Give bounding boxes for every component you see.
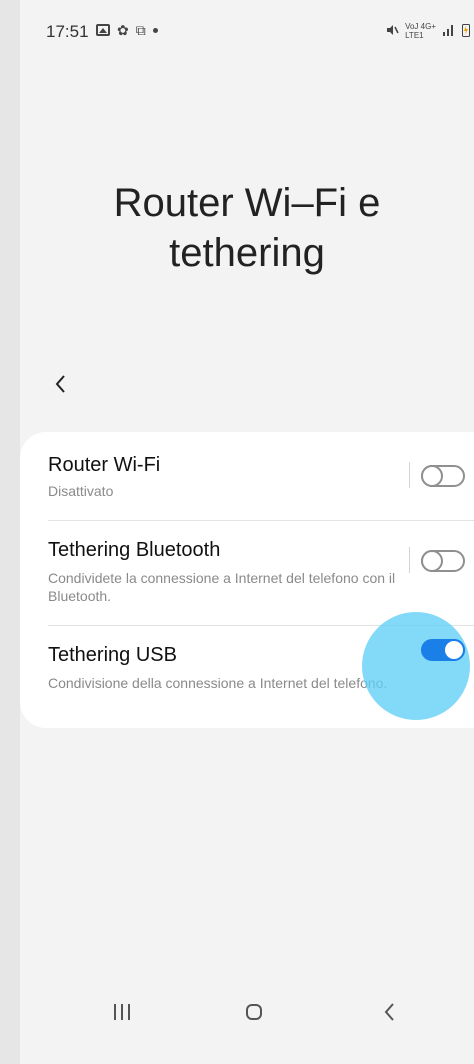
setting-subtitle: Condivisione della connessione a Interne…	[48, 675, 388, 691]
vertical-divider	[409, 547, 410, 573]
network-sim: LTE1	[405, 31, 424, 40]
page-title-line1: Router Wi–Fi e	[113, 181, 381, 225]
network-label: VoJ 4G+ LTE1	[405, 22, 436, 40]
status-bar: 17:51 ✿ ⧉ VoJ 4G+ LTE1	[20, 0, 474, 64]
page-title-line2: tethering	[169, 231, 325, 275]
screenshot-icon: ⧉	[135, 22, 146, 38]
navigation-bar	[20, 990, 474, 1064]
recent-apps-icon[interactable]	[114, 1004, 130, 1020]
status-time: 17:51	[46, 22, 89, 41]
network-type: VoJ 4G+	[405, 22, 436, 31]
switch-knob	[421, 550, 443, 572]
setting-row-router-wifi[interactable]: Router Wi-Fi Disattivato	[20, 432, 474, 520]
usb-tethering-switch[interactable]	[421, 639, 465, 661]
mute-icon	[385, 23, 399, 40]
setting-subtitle: Condividete la connessione a Internet de…	[48, 570, 396, 604]
dot-icon	[152, 27, 158, 33]
setting-title: Tethering USB	[48, 644, 177, 666]
back-icon[interactable]	[382, 998, 398, 1031]
back-button[interactable]	[48, 366, 78, 402]
bluetooth-tethering-switch[interactable]	[421, 550, 465, 572]
home-icon[interactable]	[246, 1004, 262, 1020]
page-title: Router Wi–Fi e tethering	[20, 178, 474, 278]
chevron-left-icon	[55, 375, 65, 393]
vertical-divider	[409, 462, 410, 488]
status-icons-left: ✿ ⧉	[96, 21, 158, 39]
image-icon	[96, 24, 110, 36]
gear-icon: ✿	[117, 22, 129, 38]
switch-knob	[421, 465, 443, 487]
setting-title: Router Wi-Fi	[48, 454, 161, 476]
switch-knob	[443, 639, 465, 661]
touch-ripple	[362, 612, 470, 720]
setting-subtitle: Disattivato	[48, 483, 114, 499]
setting-title: Tethering Bluetooth	[48, 539, 221, 561]
status-icons-right: VoJ 4G+ LTE1	[385, 22, 470, 40]
screen: 17:51 ✿ ⧉ VoJ 4G+ LTE1 Router Wi–Fi e te…	[20, 0, 474, 1064]
battery-icon	[462, 23, 470, 40]
router-wifi-switch[interactable]	[421, 465, 465, 487]
setting-row-bluetooth-tethering[interactable]: Tethering Bluetooth Condividete la conne…	[20, 521, 474, 625]
signal-icon	[442, 23, 456, 40]
